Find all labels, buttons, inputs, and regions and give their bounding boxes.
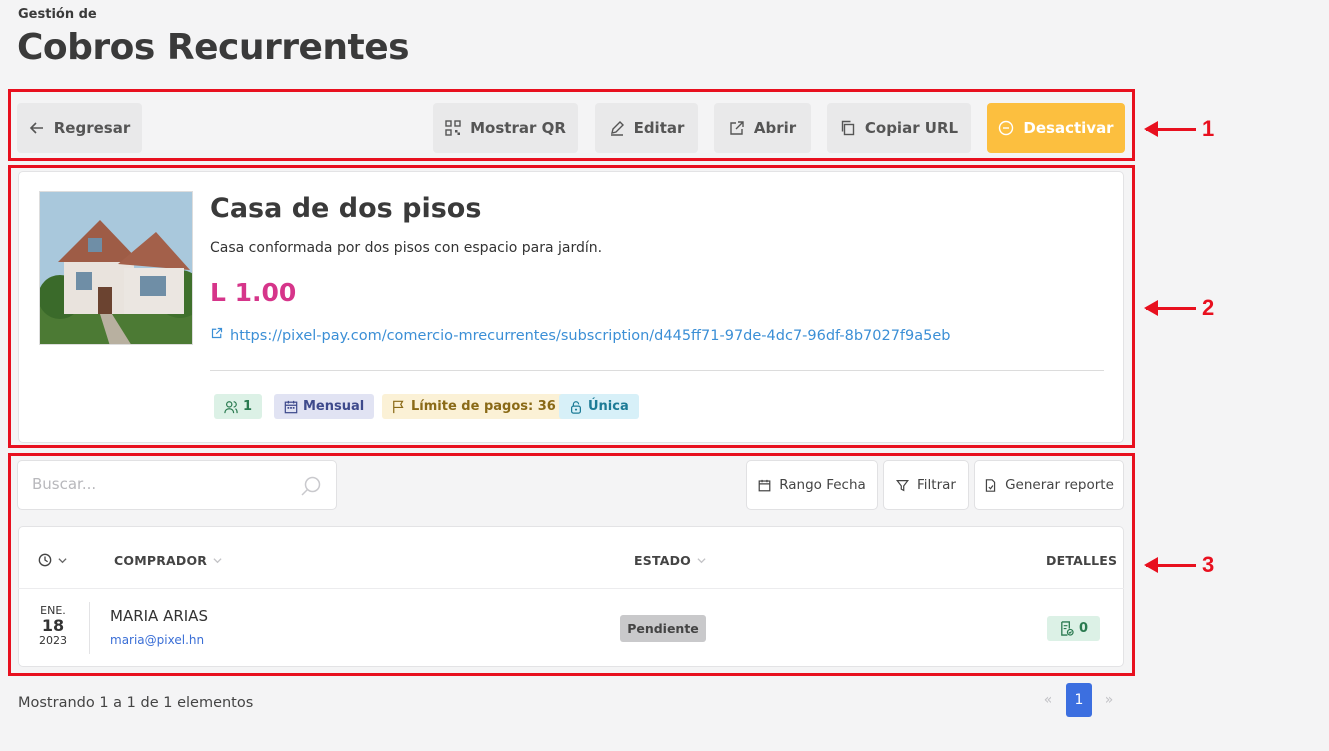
callout-2: 2 (1144, 295, 1215, 321)
pagination-prev[interactable]: « (1035, 683, 1061, 717)
annotation-box-3 (8, 453, 1135, 676)
callout-number: 3 (1202, 552, 1215, 577)
annotation-box-1 (8, 89, 1135, 161)
page-title: Cobros Recurrentes (17, 27, 410, 68)
pagination-next[interactable]: » (1096, 683, 1122, 717)
pagination-page-1[interactable]: 1 (1066, 683, 1092, 717)
callout-number: 2 (1202, 295, 1215, 320)
arrow-left-icon (1144, 120, 1196, 137)
callout-number: 1 (1202, 116, 1215, 141)
callout-3: 3 (1144, 552, 1215, 578)
pagination-summary: Mostrando 1 a 1 de 1 elementos (18, 695, 254, 711)
page-subtitle: Gestión de (18, 7, 97, 22)
callout-1: 1 (1144, 116, 1215, 142)
arrow-left-icon (1144, 556, 1196, 573)
annotation-box-2 (8, 165, 1135, 448)
arrow-left-icon (1144, 299, 1196, 316)
